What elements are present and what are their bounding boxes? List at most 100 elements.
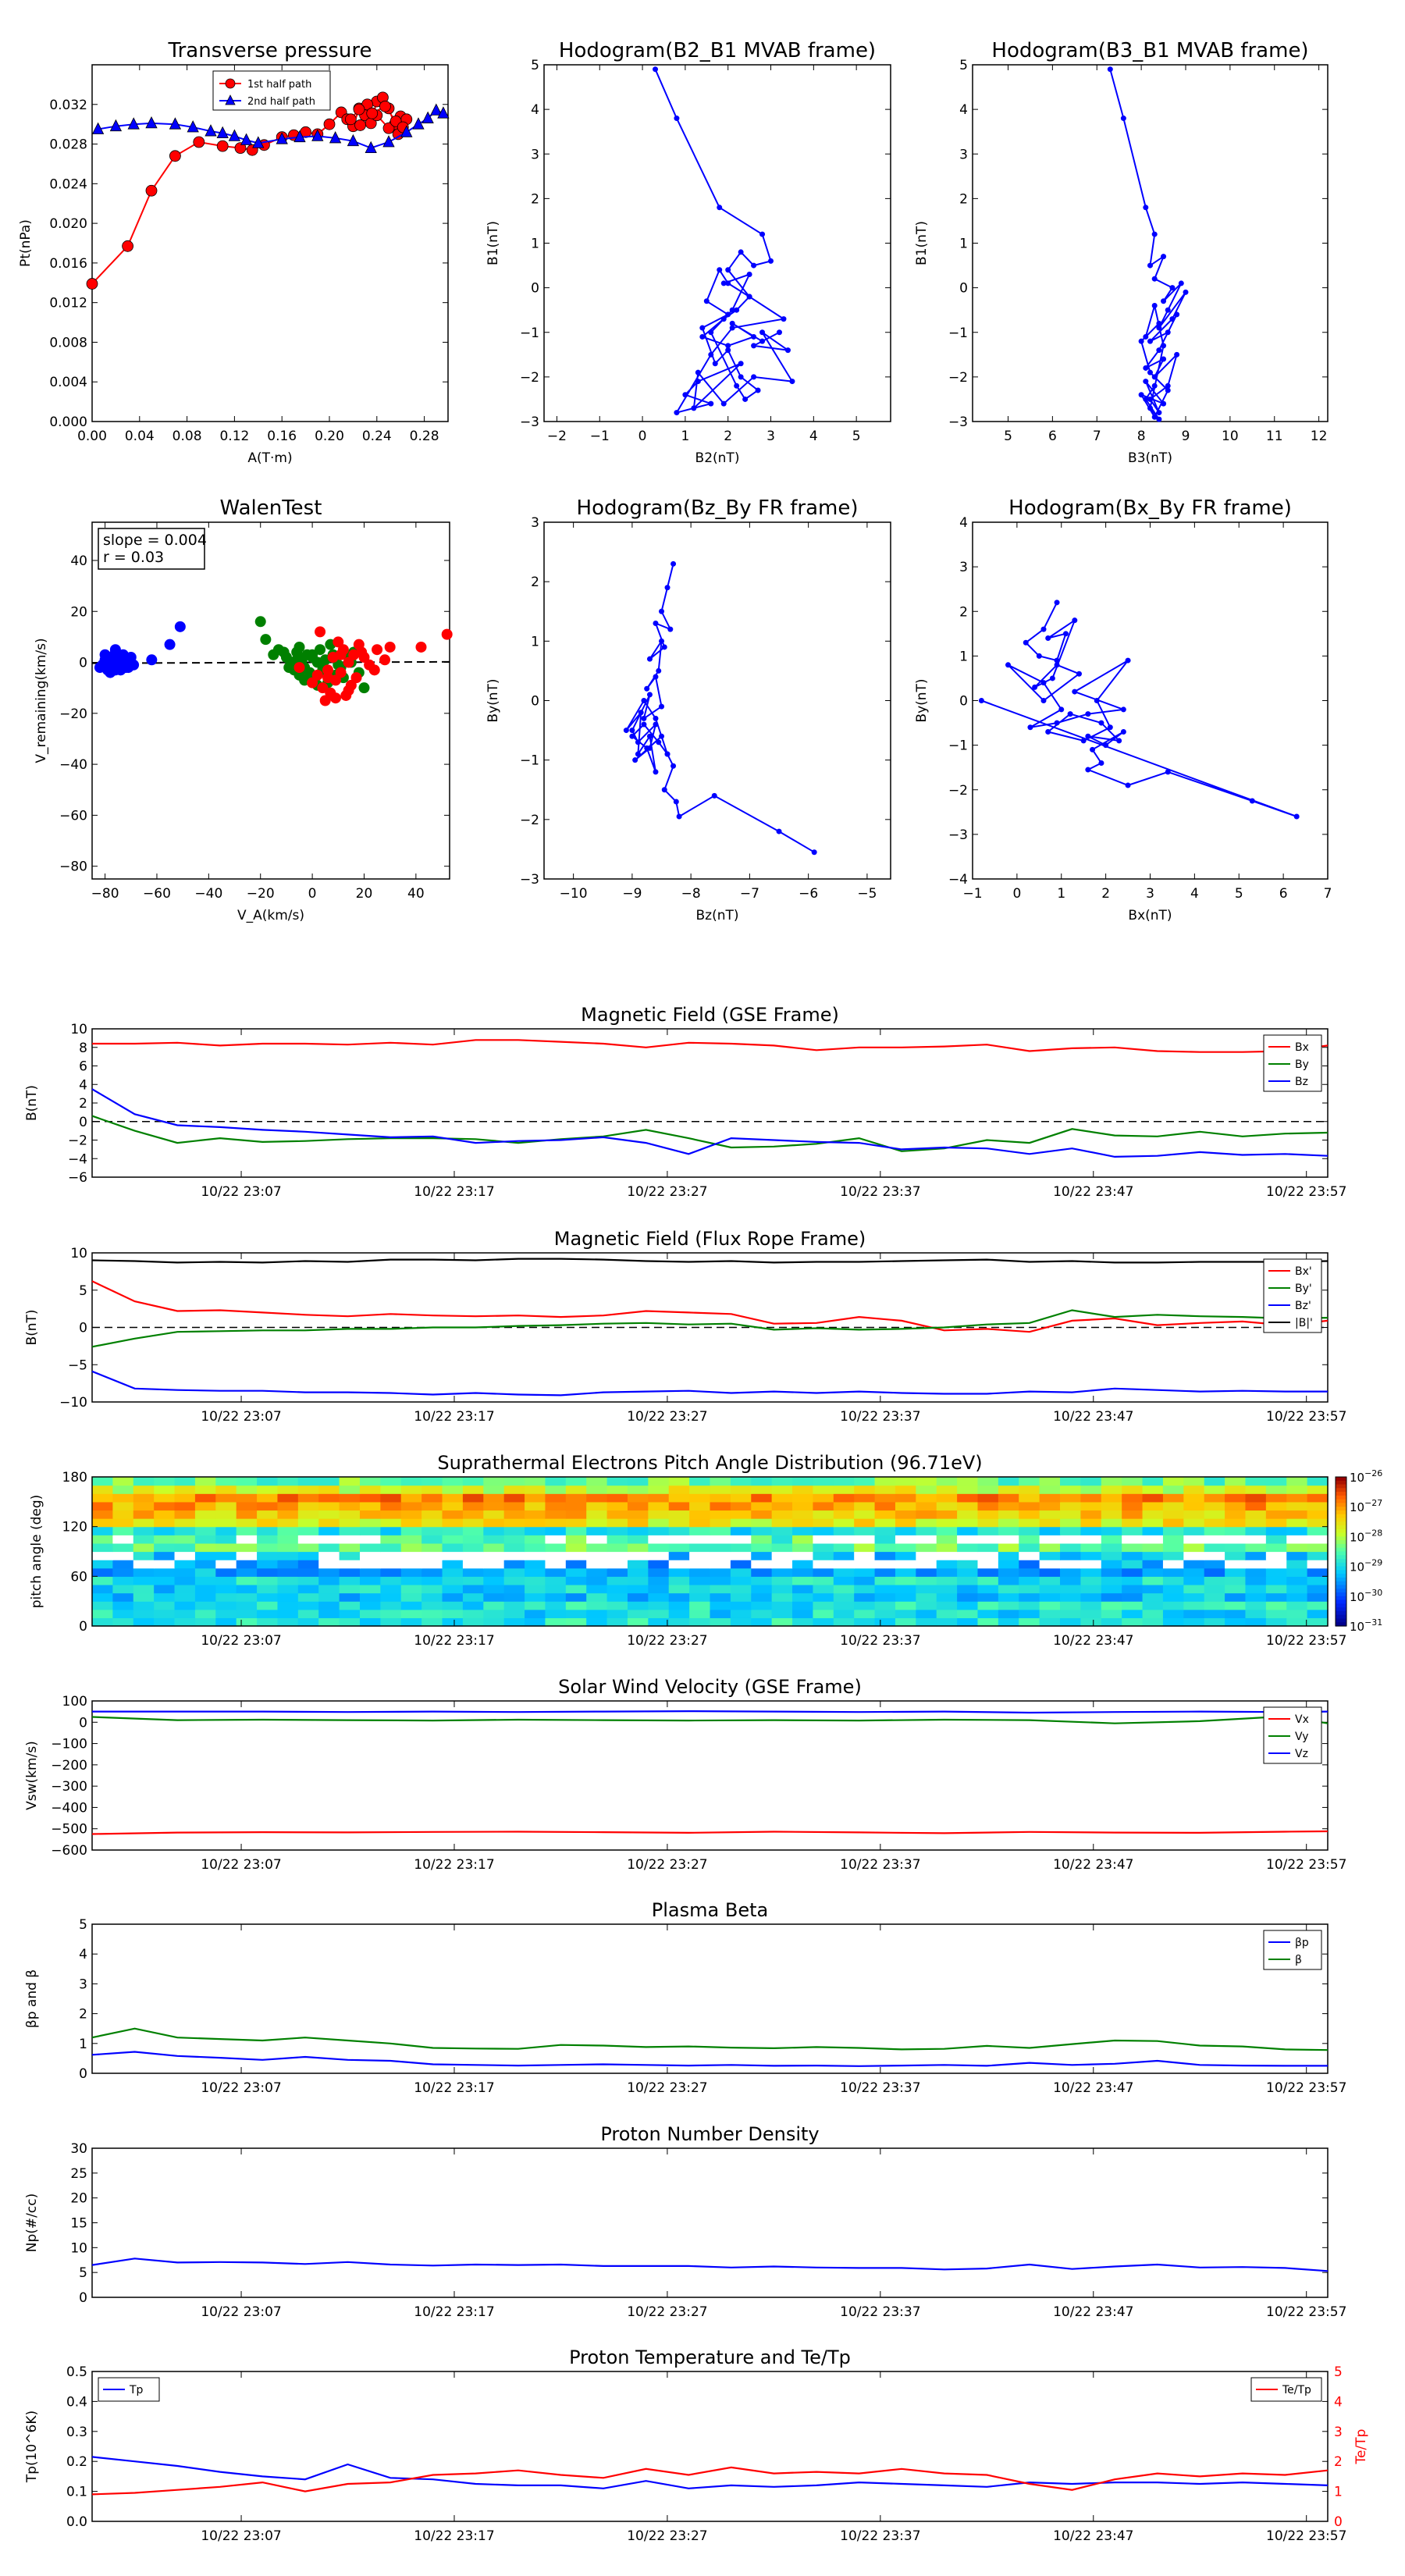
heatmap-cell [525,1567,546,1577]
heatmap-cell [525,1592,546,1602]
heatmap-cell [813,1560,834,1569]
heatmap-cell [442,1501,464,1511]
heatmap-cell [503,1551,525,1560]
heatmap-cell [1060,1477,1081,1486]
legend-label: Bx' [1295,1265,1312,1278]
heatmap-cell [483,1477,505,1486]
heatmap-cell [1162,1526,1184,1535]
heatmap-cell [174,1542,196,1553]
heatmap-cell [833,1601,855,1610]
data-point [343,685,354,696]
heatmap-cell [133,1526,155,1535]
data-point [720,316,727,322]
heatmap-cell [668,1535,690,1544]
x-tick-label: 4 [809,429,818,444]
heatmap-cell [565,1477,587,1486]
heatmap-cell [648,1584,670,1594]
data-point [641,721,647,728]
heatmap-cell [462,1551,484,1560]
heatmap-cell [194,1592,216,1602]
legend-label: Vz [1295,1748,1308,1760]
heatmap-cell [895,1584,916,1594]
heatmap-cell [154,1542,176,1553]
chart-vsw: Solar Wind Velocity (GSE Frame)−600−500−… [24,1676,1346,1873]
heatmap-cell [627,1535,649,1544]
x-tick-label: 0.00 [77,429,107,444]
heatmap-cell [751,1560,773,1569]
heatmap-cell [442,1518,464,1528]
legend-label: Bx [1295,1041,1309,1054]
heatmap-cell [627,1518,649,1528]
heatmap-cell [1204,1560,1225,1569]
heatmap-cell [1286,1617,1308,1627]
heatmap-cell [339,1542,361,1553]
data-point [1005,662,1011,668]
data-point [635,751,641,757]
colorbar-label: 10−31 [1350,1617,1382,1634]
heatmap-cell [215,1542,237,1553]
colorbar-exponent: −27 [1364,1498,1382,1508]
heatmap-cell [689,1477,711,1486]
x-axis-label: B2(nT) [695,450,740,466]
heatmap-cell [215,1535,237,1544]
heatmap-cell [277,1560,299,1569]
heatmap-cell [525,1576,546,1585]
x-tick-label: 5 [852,429,861,444]
heatmap-cell [359,1526,381,1535]
heatmap-cell [503,1526,525,1535]
heatmap-cell [648,1576,670,1585]
x-tick-label: −10 [560,886,588,902]
heatmap-cell [710,1501,731,1511]
heatmap-cell [545,1592,567,1602]
heatmap-cell [545,1584,567,1594]
heatmap-cell [1307,1560,1329,1569]
data-point [670,560,677,567]
data-point [354,119,366,131]
x-axis-label: V_A(km/s) [237,908,304,923]
heatmap-cell [792,1542,814,1553]
heatmap-cell [1122,1477,1144,1486]
colorbar-cell [1336,1477,1346,1482]
heatmap-cell [339,1609,361,1618]
x-tick-label: 5 [1004,429,1012,444]
heatmap-cell [154,1518,176,1528]
heatmap-cell [916,1526,937,1535]
data-point [1098,760,1104,766]
heatmap-cell [154,1576,176,1585]
x-tick-label: 2 [1101,886,1110,902]
heatmap-cell [1101,1542,1122,1553]
heatmap-cell [792,1518,814,1528]
heatmap-cell [545,1526,567,1535]
heatmap-cell [462,1576,484,1585]
heatmap-cell [339,1576,361,1585]
heatmap-cell [1060,1560,1081,1569]
data-point [725,267,731,273]
heatmap-cell [1019,1535,1040,1544]
heatmap-cell [257,1576,279,1585]
data-point [659,733,665,739]
heatmap-cell [503,1592,525,1602]
series-line [91,1309,1329,1348]
annotation-line: slope = 0.004 [103,532,207,549]
heatmap-cell [1122,1601,1144,1610]
series-line [91,1088,1329,1158]
y-tick-label: 2 [959,604,968,620]
heatmap-cell [1162,1567,1184,1577]
heatmap-cell [998,1542,1019,1553]
heatmap-cell [730,1567,752,1577]
data-point [1138,338,1144,344]
data-point [101,652,113,664]
heatmap-cell [215,1567,237,1577]
data-point [1143,333,1149,340]
y-tick-label: 4 [959,102,968,118]
legend: Bx'By'Bz'|B|' [1263,1258,1322,1333]
heatmap-cell [1183,1617,1205,1627]
time-tick-label: 10/22 23:47 [1053,2528,1133,2544]
heatmap-cell [710,1617,731,1627]
heatmap-cell [1142,1576,1164,1585]
y-axis-label: Vsw(km/s) [24,1741,40,1810]
heatmap-cell [792,1501,814,1511]
data-point [1151,382,1158,389]
heatmap-cell [1122,1551,1144,1560]
heatmap-cell [1286,1567,1308,1577]
